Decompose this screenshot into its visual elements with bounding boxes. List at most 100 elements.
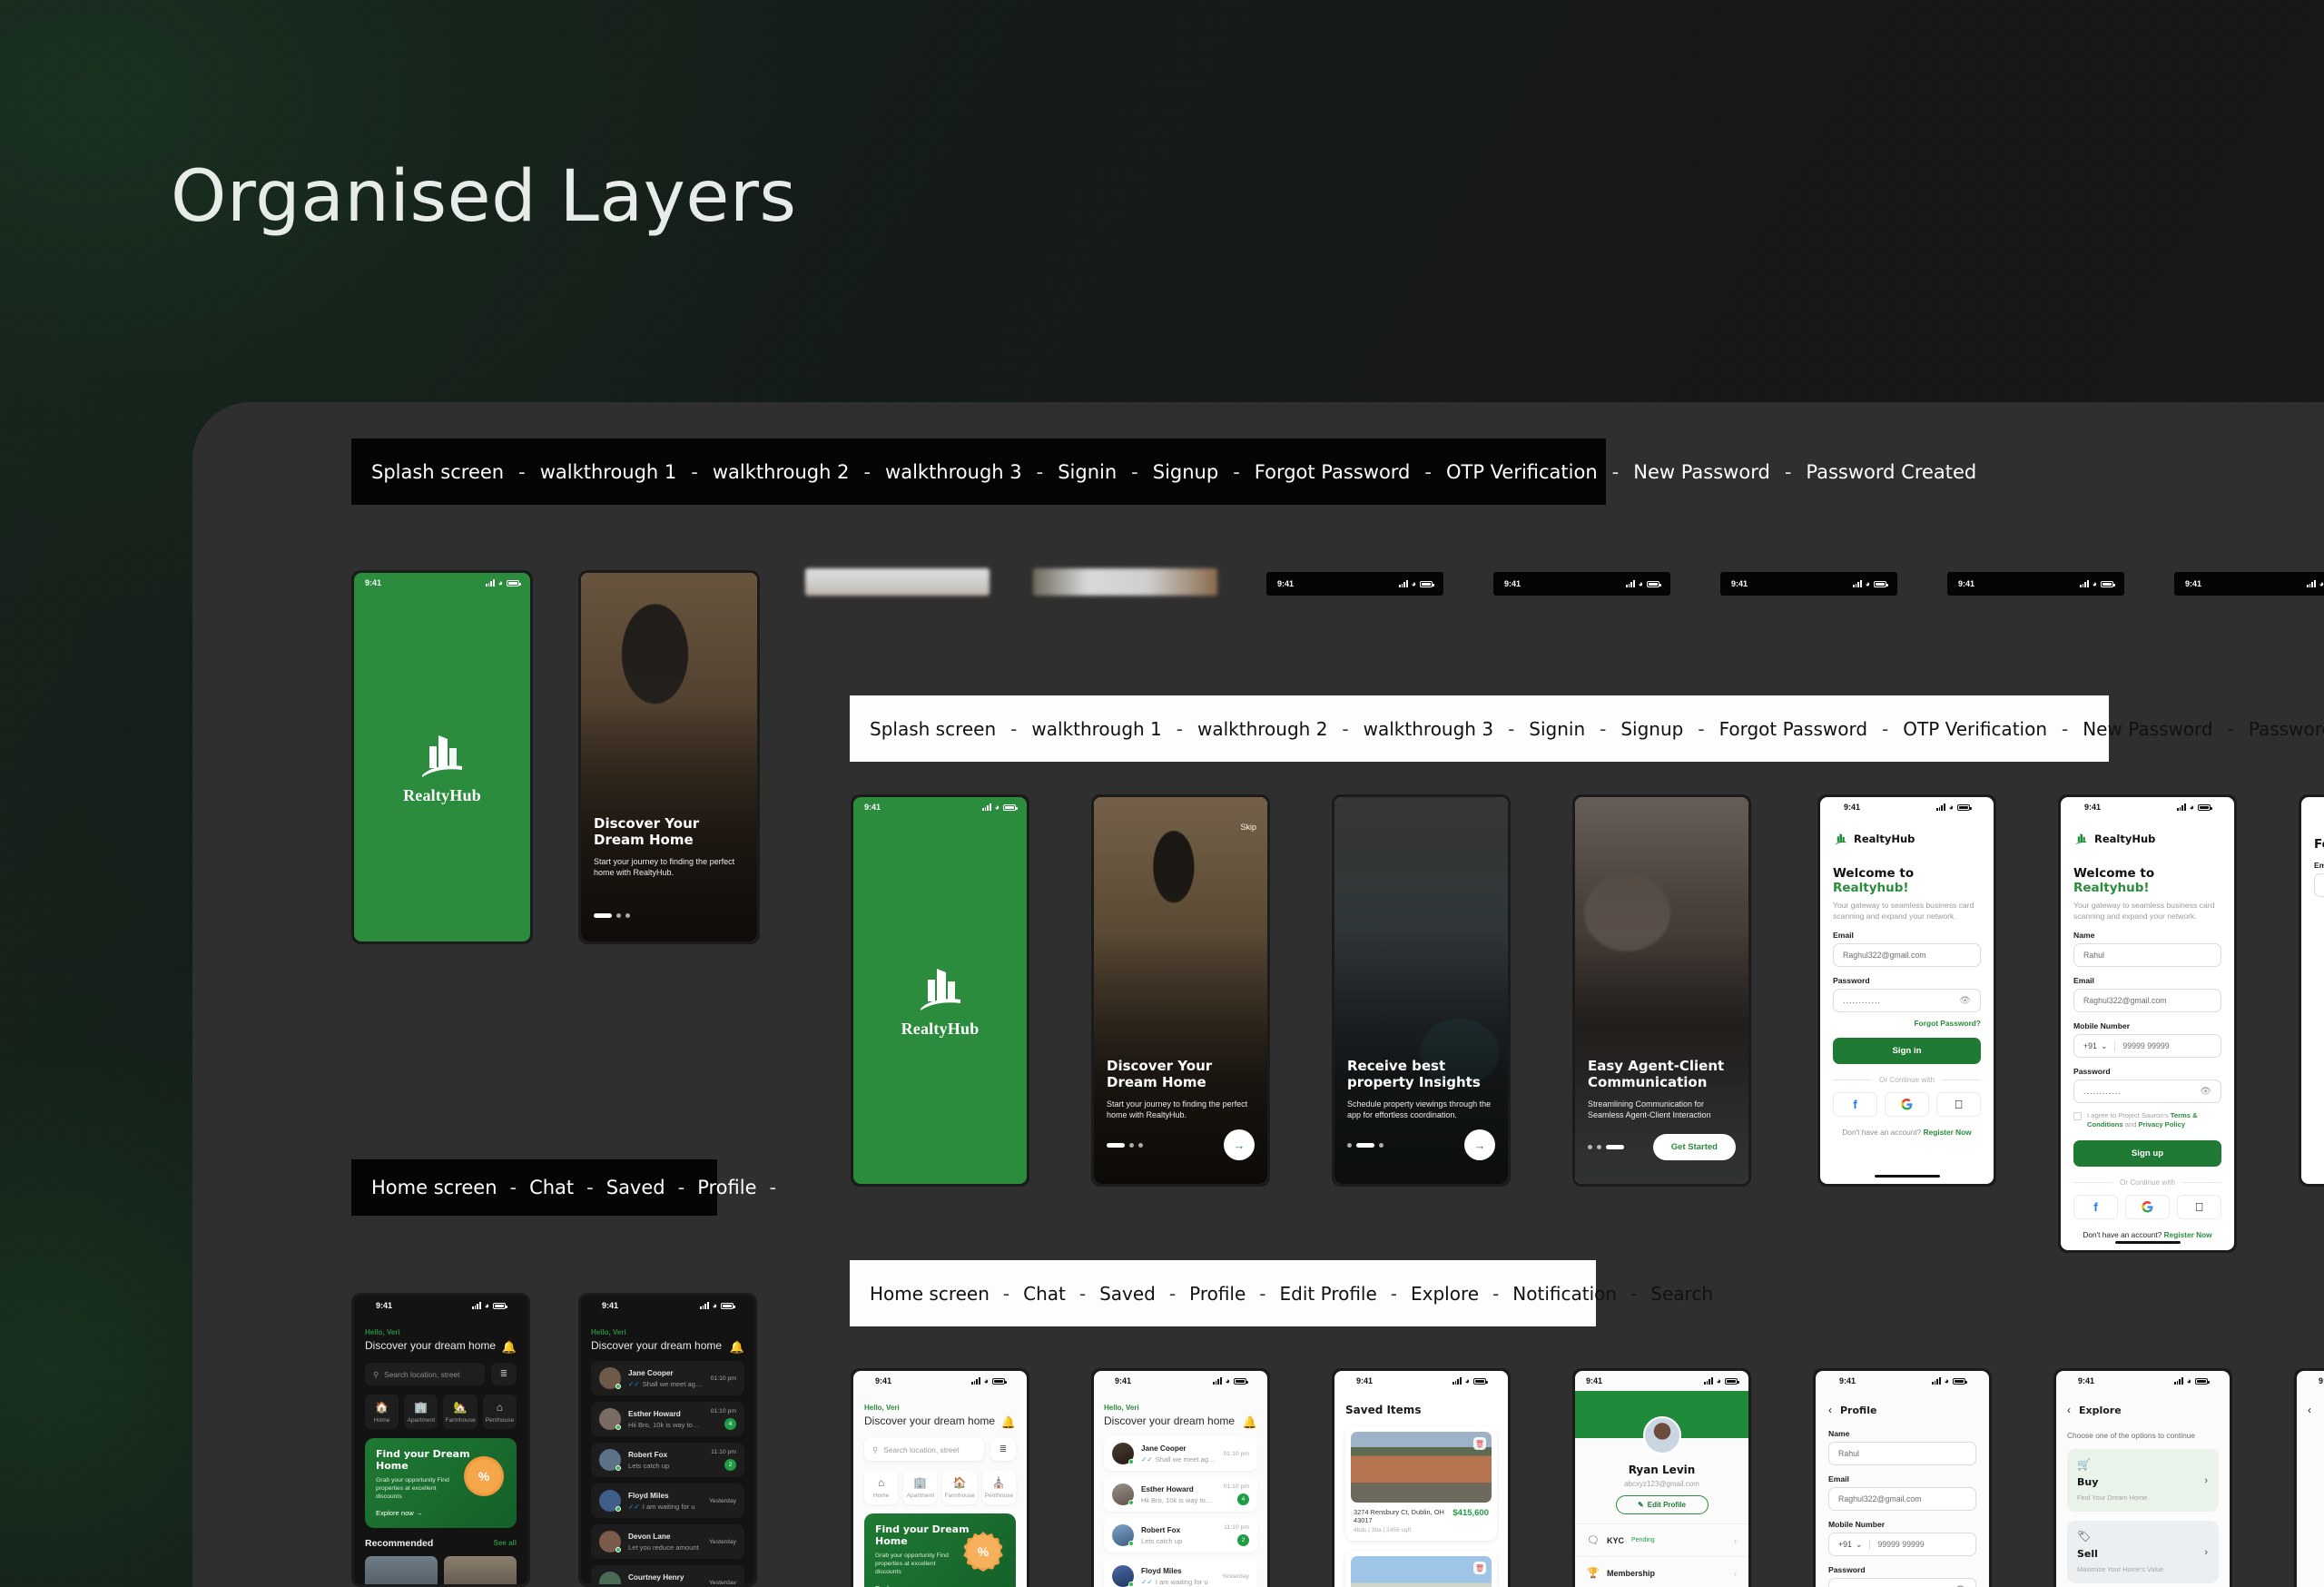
screen-saved[interactable]: 9:41 ◕ Saved Items 🗑 3274 Rensbury Ct, D… (1332, 1368, 1511, 1587)
label-forgot-password[interactable]: Forgot Password (1255, 461, 1411, 483)
facebook-icon[interactable]: f (2073, 1195, 2118, 1219)
country-code-select[interactable]: +91 ⌄ (2083, 1041, 2115, 1051)
promo-cta[interactable]: Explore now → (875, 1584, 1005, 1587)
label-edit-profile[interactable]: Edit Profile (1280, 1283, 1377, 1305)
promo-cta[interactable]: Explore now → (376, 1509, 506, 1517)
forgot-password-link[interactable]: Forgot Password? (1833, 1019, 1981, 1028)
chevron-left-icon[interactable]: ‹ (1828, 1404, 1832, 1416)
edit-profile-button[interactable]: ✎ Edit Profile (1616, 1495, 1709, 1514)
google-icon[interactable] (2125, 1195, 2170, 1219)
preview-splash-screen[interactable]: 9:41 ◕ RealtyHub (351, 570, 533, 944)
screen-profile[interactable]: 9:41 ◕ Ryan Levin abcxyz123@gmail.com ✎ … (1572, 1368, 1751, 1587)
password-input[interactable]: ............ 👁 (2073, 1079, 2221, 1103)
label-otp-verification[interactable]: OTP Verification (1903, 718, 2047, 740)
pagination-dots[interactable] (1107, 1143, 1143, 1148)
sign-in-button[interactable]: Sign in (1833, 1038, 1981, 1064)
screen-chat[interactable]: 9:41 ◕ Hello, Veri Discover your dream h… (1091, 1368, 1270, 1587)
bell-icon[interactable]: 🔔 (1243, 1415, 1257, 1430)
promo-banner[interactable]: Find your Dream Home Grab your opportuni… (365, 1438, 517, 1528)
search-input[interactable]: ⚲ Search location, street (864, 1438, 984, 1461)
label-new-password[interactable]: New Password (1633, 461, 1770, 483)
category-farmhouse[interactable]: 🏠Farmhouse (942, 1470, 976, 1504)
email-input[interactable]: Raghul322@gmail.com (1833, 943, 1981, 967)
label-password-created[interactable]: Password Created (2249, 718, 2324, 740)
screen-signin[interactable]: 9:41 ◕ RealtyHub Welcome to Realtyhub! Y… (1817, 794, 1996, 1187)
chat-list-item[interactable]: Robert FoxLets catch up 11:10 pm2 (1104, 1518, 1257, 1552)
email-input[interactable]: Raghul322@gmail.com (2073, 989, 2221, 1012)
explore-option-sell[interactable]: 🏷 Sell Maximize Your Home's Value › (2067, 1521, 2219, 1583)
label-signin[interactable]: Signin (1058, 461, 1117, 483)
screen-walkthrough-3[interactable]: Easy Agent-Client Communication Streamli… (1572, 794, 1751, 1187)
avatar[interactable] (1643, 1416, 1681, 1454)
chat-list-item[interactable]: Floyd Miles✓✓I am waiting for u Yesterda… (591, 1484, 744, 1518)
register-now-link[interactable]: Register Now (2164, 1230, 2212, 1239)
email-input[interactable]: Raghul322@gmail.com (1828, 1487, 1976, 1511)
label-new-password[interactable]: New Password (2083, 718, 2212, 740)
preview-chat-screen-dark[interactable]: 9:41 ◕ Hello, Veri Discover your dream h… (578, 1293, 757, 1587)
bell-icon[interactable]: 🔔 (502, 1340, 517, 1355)
label-splash-screen[interactable]: Splash screen (371, 461, 504, 483)
profile-row-membership[interactable]: 🏆 Membership › (1575, 1556, 1748, 1587)
label-walkthrough-2[interactable]: walkthrough 2 (713, 461, 850, 483)
trash-icon[interactable]: 🗑 (1473, 1562, 1486, 1574)
chat-list-item[interactable]: Jane Cooper✓✓Shall we meet again? 01:10 … (591, 1361, 744, 1395)
filter-icon[interactable]: ≣ (491, 1363, 517, 1385)
country-code-select[interactable]: +91 ⌄ (1838, 1540, 1870, 1550)
promo-banner[interactable]: Find your Dream Home Grab your opportuni… (864, 1513, 1016, 1587)
category-apartment[interactable]: 🏢Apartment (903, 1470, 937, 1504)
screen-splash[interactable]: 9:41 ◕ RealtyHub (851, 794, 1029, 1187)
screen-signup[interactable]: 9:41 ◕ RealtyHub Welcome to Realtyhub! Y… (2058, 794, 2237, 1253)
eye-off-icon[interactable]: 👁 (2200, 1087, 2211, 1097)
label-home-screen[interactable]: Home screen (870, 1283, 990, 1305)
label-password-created[interactable]: Password Created (1806, 461, 1976, 483)
label-signup[interactable]: Signup (1620, 718, 1683, 740)
label-walkthrough-3[interactable]: walkthrough 3 (1364, 718, 1493, 740)
filter-icon[interactable]: ≣ (990, 1438, 1016, 1461)
email-input[interactable] (2314, 873, 2324, 897)
explore-option-buy[interactable]: 🛒 Buy Find Your Dream Home › (2067, 1449, 2219, 1512)
category-apartment[interactable]: 🏢Apartment (404, 1395, 438, 1429)
label-otp-verification[interactable]: OTP Verification (1446, 461, 1598, 483)
register-now-link[interactable]: Register Now (1924, 1128, 1972, 1137)
chat-list-item[interactable]: Robert FoxLets catch up 11:10 pm2 (591, 1443, 744, 1477)
category-home[interactable]: 🏠Home (365, 1395, 399, 1429)
bell-icon[interactable]: 🔔 (730, 1340, 744, 1355)
see-all-link[interactable]: See all (494, 1539, 517, 1547)
name-input[interactable]: Rahul (1828, 1442, 1976, 1465)
screen-notification-partial[interactable]: 9:41 ◕ ‹ (2294, 1368, 2324, 1587)
chat-list-item[interactable]: Floyd Miles✓✓I am waiting for u Yesterda… (1104, 1559, 1257, 1587)
category-farmhouse[interactable]: 🏡Farmhouse (443, 1395, 477, 1429)
password-input[interactable]: ............ 👁 (1828, 1578, 1976, 1587)
label-search[interactable]: Search (1650, 1283, 1713, 1305)
apple-icon[interactable]:  (1936, 1092, 1981, 1117)
chat-list-item[interactable]: Esther HowardHii Bro, 10k is way too les… (591, 1402, 744, 1436)
label-signup[interactable]: Signup (1153, 461, 1218, 483)
label-saved[interactable]: Saved (1099, 1283, 1156, 1305)
bell-icon[interactable]: 🔔 (1001, 1415, 1016, 1430)
label-profile[interactable]: Profile (697, 1177, 756, 1198)
search-input[interactable]: ⚲ Search location, street (365, 1363, 485, 1385)
chevron-left-icon[interactable]: ‹ (2067, 1404, 2071, 1416)
label-home-screen[interactable]: Home screen (371, 1177, 497, 1198)
chat-list-item[interactable]: Jane Cooper✓✓Shall we meet again? 01:10 … (1104, 1436, 1257, 1471)
eye-off-icon[interactable]: 👁 (1959, 996, 1971, 1006)
label-chat[interactable]: Chat (1023, 1283, 1066, 1305)
label-walkthrough-1[interactable]: walkthrough 1 (540, 461, 677, 483)
chat-list-item[interactable]: Devon LaneLet you reduce amount Yesterda… (591, 1524, 744, 1559)
category-penthouse[interactable]: ⛪Penthouse (982, 1470, 1016, 1504)
mobile-input[interactable]: +91 ⌄ 99999 99999 (1828, 1533, 1976, 1556)
saved-property-card[interactable]: 🗑 (1345, 1551, 1497, 1587)
trash-icon[interactable]: 🗑 (1473, 1437, 1486, 1450)
label-forgot-password[interactable]: Forgot Password (1719, 718, 1867, 740)
terms-checkbox[interactable] (2073, 1112, 2082, 1120)
mobile-input[interactable]: +91 ⌄ 99999 99999 (2073, 1034, 2221, 1058)
label-chat[interactable]: Chat (529, 1177, 574, 1198)
screen-explore[interactable]: 9:41 ◕ ‹ Explore Choose one of the optio… (2053, 1368, 2232, 1587)
category-penthouse[interactable]: ⌂Penthouse (483, 1395, 517, 1429)
terms-checkbox-row[interactable]: I agree to Project Sauron's Terms & Cond… (2073, 1111, 2221, 1130)
screen-edit-profile[interactable]: 9:41 ◕ ‹ Profile Name Rahul Email Raghul… (1813, 1368, 1992, 1587)
sign-up-button[interactable]: Sign up (2073, 1140, 2221, 1167)
next-button[interactable]: → (1464, 1129, 1495, 1160)
privacy-policy-link[interactable]: Privacy Policy (2139, 1120, 2186, 1129)
google-icon[interactable] (1885, 1092, 1929, 1117)
